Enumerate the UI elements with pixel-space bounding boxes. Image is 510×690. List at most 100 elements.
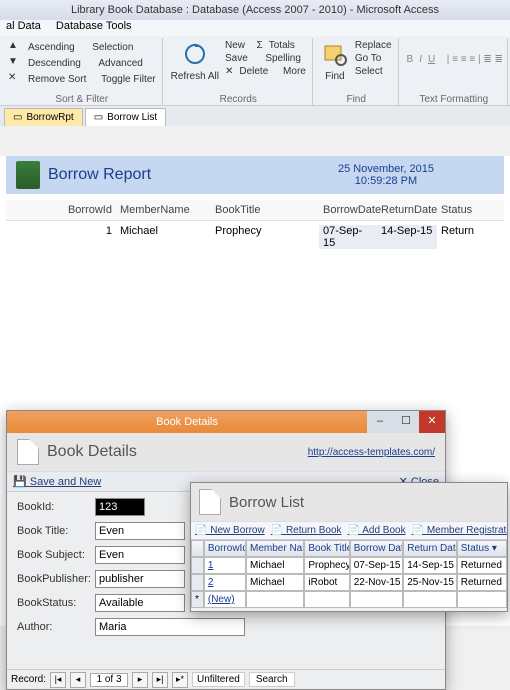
details-header: Book Details http://access-templates.com… — [7, 433, 445, 471]
grid-row[interactable]: 2 Michael iRobot 22-Nov-15 25-Nov-15 Ret… — [191, 574, 507, 591]
borrow-toolbar: 📄 New Borrow 📄 Return Book 📄 Add Book 📄 … — [191, 521, 507, 540]
member-reg-button[interactable]: 📄 Member Registration — [412, 525, 507, 536]
document-icon — [199, 489, 221, 515]
cell-title: Prophecy — [211, 225, 319, 249]
record-position[interactable] — [90, 673, 128, 687]
dialog-titlebar[interactable]: Book Details – ☐ ✕ — [7, 411, 445, 433]
report-datetime: 25 November, 2015 10:59:28 PM — [338, 163, 434, 187]
delete-record[interactable]: Delete — [239, 66, 268, 77]
group-label-find: Find — [315, 94, 398, 105]
status-label: BookStatus: — [17, 597, 95, 609]
save-record[interactable]: Save — [225, 53, 248, 64]
publisher-field[interactable] — [95, 570, 185, 588]
grid-row[interactable]: 1 Michael Prophecy 07-Sep-15 14-Sep-15 R… — [191, 557, 507, 574]
add-book-button[interactable]: 📄 Add Book — [348, 525, 406, 536]
document-icon — [17, 439, 39, 465]
status-field[interactable] — [95, 594, 185, 612]
gcol-title[interactable]: Book Title ▾ — [304, 540, 349, 557]
selection-btn[interactable]: Selection — [92, 42, 133, 53]
goto-btn[interactable]: Go To — [355, 53, 392, 64]
sort-asc[interactable]: Ascending — [28, 42, 75, 53]
grid-new-row[interactable]: * (New) — [191, 591, 507, 608]
gcol-borrowdate[interactable]: Borrow Date ▾ — [350, 540, 404, 557]
cell-borrowid: 1 — [6, 225, 116, 249]
next-record[interactable]: ▸ — [132, 672, 148, 688]
record-label: Record: — [11, 674, 46, 685]
more-records[interactable]: More — [283, 66, 306, 77]
tab-borrow-rpt[interactable]: ▭BorrowRpt — [4, 108, 83, 126]
col-borrowid: BorrowId — [6, 204, 116, 216]
search-label[interactable]: Search — [249, 672, 295, 687]
last-record[interactable]: ▸| — [152, 672, 168, 688]
dialog-title-text: Book Details — [7, 416, 367, 428]
book-icon — [16, 161, 40, 189]
report-header: Borrow Report 25 November, 2015 10:59:28… — [6, 156, 504, 194]
gcol-returndate[interactable]: Return Date ▾ — [403, 540, 457, 557]
gcol-status[interactable]: Status ▾ — [457, 540, 507, 557]
col-borrowdate: BorrowDate — [319, 204, 377, 216]
subject-field[interactable] — [95, 546, 185, 564]
report-icon: ▭ — [13, 112, 22, 123]
ribbon-group-sort: ▲ Ascending Selection ▼ Descending Advance… — [2, 38, 163, 105]
bookid-label: BookId: — [17, 501, 95, 513]
ribbon: ▲ Ascending Selection ▼ Descending Advance… — [0, 36, 510, 106]
refresh-all[interactable]: Refresh All — [171, 71, 219, 82]
sort-desc[interactable]: Descending — [28, 58, 81, 69]
document-tabs: ▭BorrowRpt ▭Borrow List — [0, 106, 510, 126]
menu-tools[interactable]: Database Tools — [56, 20, 132, 32]
form-icon: ▭ — [94, 112, 103, 123]
ribbon-group-text: B I U | ≡ ≡ ≡ | ≣ ≣ Text Formatting — [401, 38, 508, 105]
cell-status: Return — [437, 225, 477, 249]
menu-data[interactable]: al Data — [6, 20, 41, 32]
maximize-button[interactable]: ☐ — [393, 411, 419, 433]
cell-borrowdate: 07-Sep-15 — [319, 225, 377, 249]
filter-status: Unfiltered — [192, 672, 245, 687]
advanced-btn[interactable]: Advanced — [98, 58, 142, 69]
template-link[interactable]: http://access-templates.com/ — [308, 447, 435, 458]
report-title: Borrow Report — [48, 166, 338, 184]
record-navigator: Record: |◂ ◂ ▸ ▸| ▸* Unfiltered Search — [7, 669, 445, 689]
close-button[interactable]: ✕ — [419, 411, 445, 433]
menu-bar: al Data Database Tools — [0, 20, 510, 36]
new-borrow-button[interactable]: 📄 New Borrow — [195, 525, 265, 536]
dialog-borrow-list: Borrow List 📄 New Borrow 📄 Return Book 📄… — [190, 482, 508, 612]
borrow-title: Borrow List — [229, 494, 304, 511]
toggle-filter[interactable]: Toggle Filter — [101, 74, 155, 85]
ribbon-group-records: Refresh All New Σ Totals Save Spelling ✕… — [165, 38, 313, 105]
borrow-header: Borrow List — [191, 483, 507, 521]
tab-borrow-list[interactable]: ▭Borrow List — [85, 108, 166, 126]
first-record[interactable]: |◂ — [50, 672, 66, 688]
return-book-button[interactable]: 📄 Return Book — [271, 525, 342, 536]
details-title: Book Details — [47, 443, 308, 461]
booktitle-label: Book Title: — [17, 525, 95, 537]
select-btn[interactable]: Select — [355, 66, 392, 77]
totals[interactable]: Totals — [269, 40, 295, 51]
find-btn[interactable]: Find — [321, 71, 349, 82]
ribbon-group-find: Find Replace Go To Select Find — [315, 38, 399, 105]
save-and-new-button[interactable]: Save and New — [30, 476, 102, 488]
remove-sort[interactable]: Remove Sort — [28, 74, 86, 85]
gcol-member[interactable]: Member Name ▾ — [246, 540, 304, 557]
replace-btn[interactable]: Replace — [355, 40, 392, 51]
prev-record[interactable]: ◂ — [70, 672, 86, 688]
report-columns: BorrowId MemberName BookTitle BorrowDate… — [6, 200, 504, 221]
borrow-grid[interactable]: BorrowId ▾ Member Name ▾ Book Title ▾ Bo… — [191, 540, 507, 608]
cell-member: Michael — [116, 225, 211, 249]
sort-desc-icon: ▼ — [8, 56, 22, 70]
author-field[interactable] — [95, 618, 245, 636]
new-record-nav[interactable]: ▸* — [172, 672, 188, 688]
find-icon[interactable] — [321, 40, 349, 68]
window-title: Library Book Database : Database (Access… — [0, 0, 510, 20]
spelling[interactable]: Spelling — [265, 53, 301, 64]
booktitle-field[interactable] — [95, 522, 185, 540]
document-area: Borrow Report 25 November, 2015 10:59:28… — [0, 156, 510, 626]
new-record[interactable]: New — [225, 40, 245, 51]
col-status: Status — [437, 204, 477, 216]
cell-returndate: 14-Sep-15 — [377, 225, 437, 249]
remove-sort-icon: ✕ — [8, 72, 22, 86]
bookid-field[interactable] — [95, 498, 145, 516]
refresh-icon[interactable] — [181, 40, 209, 68]
minimize-button[interactable]: – — [367, 411, 393, 433]
gcol-borrowid[interactable]: BorrowId ▾ — [204, 540, 246, 557]
sort-asc-icon: ▲ — [8, 40, 22, 54]
